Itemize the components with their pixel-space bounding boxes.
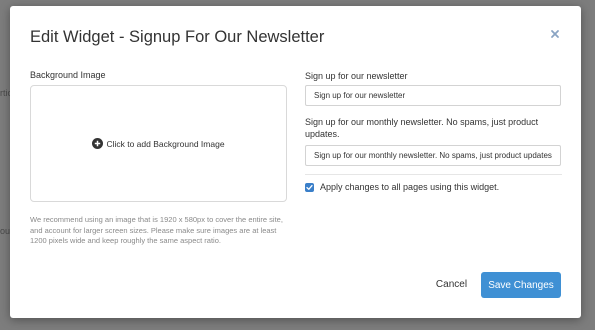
add-background-image-button[interactable]: Click to add Background Image [92,138,225,149]
description-input[interactable] [305,145,561,166]
modal-title: Edit Widget - Signup For Our Newsletter [30,28,325,46]
apply-all-label: Apply changes to all pages using this wi… [320,182,500,192]
cancel-button[interactable]: Cancel [429,276,474,293]
plus-circle-icon [92,138,104,149]
save-changes-button[interactable]: Save Changes [481,272,561,298]
edit-widget-modal: Edit Widget - Signup For Our Newsletter … [10,6,581,318]
close-button[interactable] [549,28,561,40]
apply-all-option: Apply changes to all pages using this wi… [305,182,499,192]
checkmark-icon [306,184,313,190]
close-icon [551,30,559,38]
add-background-image-label: Click to add Background Image [106,138,225,149]
background-image-dropzone[interactable]: Click to add Background Image [30,85,287,202]
description-field-label: Sign up for our monthly newsletter. No s… [305,117,539,139]
divider [305,174,562,175]
backdrop-text-fragment: ou [0,226,11,236]
heading-input[interactable] [305,85,561,106]
image-help-text: We recommend using an image that is 1920… [30,215,283,245]
apply-all-checkbox[interactable] [305,182,314,192]
background-image-label: Background Image [30,70,106,80]
heading-field-label: Sign up for our newsletter [305,71,408,81]
